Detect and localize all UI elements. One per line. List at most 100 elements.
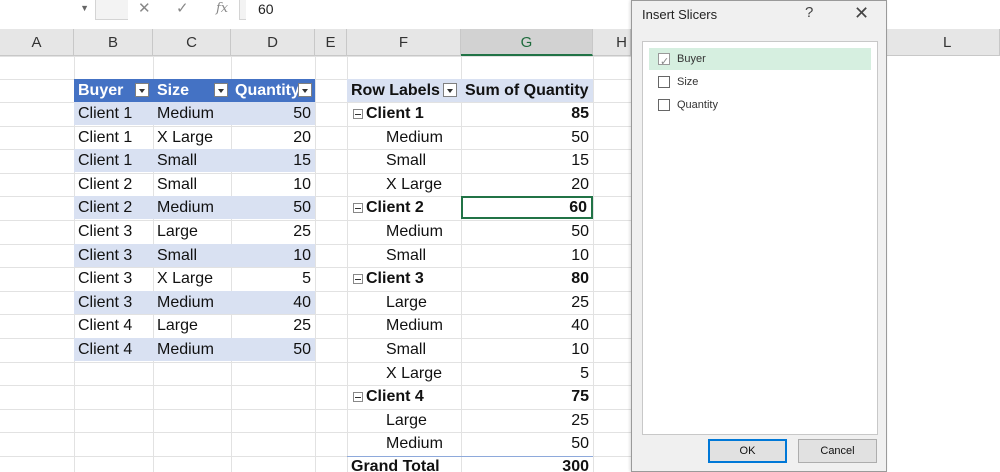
pivot-value-cell[interactable]: 20 [461, 173, 593, 196]
dialog-title: Insert Slicers [642, 7, 718, 22]
table-cell[interactable]: Client 3 [74, 244, 153, 267]
pivot-group-label[interactable]: Client 2 [347, 196, 461, 219]
cancel-formula-icon[interactable]: ✕ [138, 0, 151, 18]
help-icon[interactable]: ? [805, 4, 813, 21]
grand-total-value[interactable]: 300 [461, 456, 593, 472]
pivot-value-cell[interactable]: 40 [461, 314, 593, 337]
table-cell[interactable]: Client 1 [74, 149, 153, 172]
table-header-buyer-label: Buyer [78, 82, 124, 99]
ok-button[interactable]: OK [708, 439, 787, 463]
table-cell[interactable]: Medium [153, 102, 231, 125]
column-header-c[interactable]: C [153, 29, 231, 56]
collapse-icon[interactable] [353, 203, 363, 213]
slicer-option-quantity[interactable]: Quantity [649, 94, 871, 116]
slicer-option-buyer[interactable]: Buyer [649, 48, 871, 73]
table-cell[interactable]: Medium [153, 291, 231, 314]
pivot-item-label[interactable]: Large [347, 291, 461, 314]
buyer-checkbox[interactable] [658, 51, 670, 73]
pivot-value-cell[interactable]: 75 [461, 385, 593, 408]
collapse-icon[interactable] [353, 109, 363, 119]
collapse-icon[interactable] [353, 392, 363, 402]
pivot-item-label[interactable]: X Large [347, 173, 461, 196]
pivot-item-label[interactable]: Large [347, 409, 461, 432]
table-cell[interactable]: 10 [231, 244, 315, 267]
pivot-item-label[interactable]: Medium [347, 432, 461, 455]
table-cell[interactable]: Client 2 [74, 173, 153, 196]
pivot-item-label[interactable]: Small [347, 244, 461, 267]
column-header-l[interactable]: L [887, 29, 1000, 56]
column-header-h[interactable]: H [593, 29, 631, 56]
column-header-d[interactable]: D [231, 29, 315, 56]
name-box-dropdown-icon[interactable]: ▼ [80, 3, 89, 13]
quantity-filter-dropdown-icon[interactable] [298, 83, 312, 97]
table-cell[interactable]: Medium [153, 196, 231, 219]
table-cell[interactable]: Small [153, 149, 231, 172]
pivot-value-cell[interactable]: 50 [461, 432, 593, 455]
pivot-group-label[interactable]: Client 3 [347, 267, 461, 290]
pivot-value-cell[interactable]: 25 [461, 409, 593, 432]
table-cell[interactable]: Client 4 [74, 338, 153, 361]
pivot-value-cell[interactable]: 50 [461, 220, 593, 243]
column-header-f[interactable]: F [347, 29, 461, 56]
column-header-b[interactable]: B [74, 29, 153, 56]
table-cell[interactable]: Small [153, 244, 231, 267]
pivot-value-cell[interactable]: 10 [461, 338, 593, 361]
slicer-option-size[interactable]: Size [649, 71, 871, 93]
pivot-group-label[interactable]: Client 1 [347, 102, 461, 125]
size-filter-dropdown-icon[interactable] [214, 83, 228, 97]
table-cell[interactable]: X Large [153, 267, 231, 290]
buyer-filter-dropdown-icon[interactable] [135, 83, 149, 97]
table-cell[interactable]: Client 1 [74, 126, 153, 149]
table-cell[interactable]: Client 2 [74, 196, 153, 219]
table-cell[interactable]: 15 [231, 149, 315, 172]
table-cell[interactable]: Large [153, 220, 231, 243]
row-labels-filter-dropdown-icon[interactable] [443, 83, 457, 97]
enter-formula-icon[interactable]: ✓ [176, 0, 189, 18]
pivot-item-label[interactable]: Medium [347, 126, 461, 149]
close-icon[interactable]: ✕ [854, 3, 869, 24]
table-cell[interactable]: 10 [231, 173, 315, 196]
pivot-item-label[interactable]: X Large [347, 362, 461, 385]
table-cell[interactable]: Client 1 [74, 102, 153, 125]
pivot-value-cell[interactable]: 25 [461, 291, 593, 314]
pivot-label-text: Client 1 [366, 105, 424, 122]
table-cell[interactable]: Medium [153, 338, 231, 361]
table-cell[interactable]: Client 3 [74, 220, 153, 243]
pivot-item-label[interactable]: Small [347, 338, 461, 361]
table-cell[interactable]: 25 [231, 314, 315, 337]
table-cell[interactable]: 5 [231, 267, 315, 290]
pivot-value-cell[interactable]: 50 [461, 126, 593, 149]
pivot-value-cell[interactable]: 15 [461, 149, 593, 172]
grand-total-label[interactable]: Grand Total [347, 456, 461, 472]
table-cell[interactable]: Client 4 [74, 314, 153, 337]
table-cell[interactable]: Large [153, 314, 231, 337]
pivot-value-cell[interactable]: 10 [461, 244, 593, 267]
size-checkbox[interactable] [658, 76, 670, 88]
pivot-value-cell[interactable]: 80 [461, 267, 593, 290]
table-cell[interactable]: Small [153, 173, 231, 196]
pivot-item-label[interactable]: Medium [347, 314, 461, 337]
pivot-item-label[interactable]: Small [347, 149, 461, 172]
table-cell[interactable]: 25 [231, 220, 315, 243]
quantity-checkbox[interactable] [658, 99, 670, 111]
table-cell[interactable]: 50 [231, 338, 315, 361]
table-cell[interactable]: Client 3 [74, 267, 153, 290]
table-cell[interactable]: 50 [231, 196, 315, 219]
column-header-e[interactable]: E [315, 29, 347, 56]
table-cell[interactable]: 20 [231, 126, 315, 149]
collapse-icon[interactable] [353, 274, 363, 284]
insert-function-icon[interactable]: fx [216, 0, 228, 18]
cancel-button[interactable]: Cancel [798, 439, 877, 463]
pivot-value-cell[interactable]: 5 [461, 362, 593, 385]
column-header-g[interactable]: G [461, 29, 593, 56]
active-cell[interactable]: 60 [461, 196, 593, 219]
name-box[interactable]: ▼ [0, 0, 96, 20]
column-header-a[interactable]: A [0, 29, 74, 56]
table-cell[interactable]: X Large [153, 126, 231, 149]
table-cell[interactable]: 40 [231, 291, 315, 314]
pivot-item-label[interactable]: Medium [347, 220, 461, 243]
table-cell[interactable]: 50 [231, 102, 315, 125]
pivot-value-cell[interactable]: 85 [461, 102, 593, 125]
pivot-group-label[interactable]: Client 4 [347, 385, 461, 408]
table-cell[interactable]: Client 3 [74, 291, 153, 314]
